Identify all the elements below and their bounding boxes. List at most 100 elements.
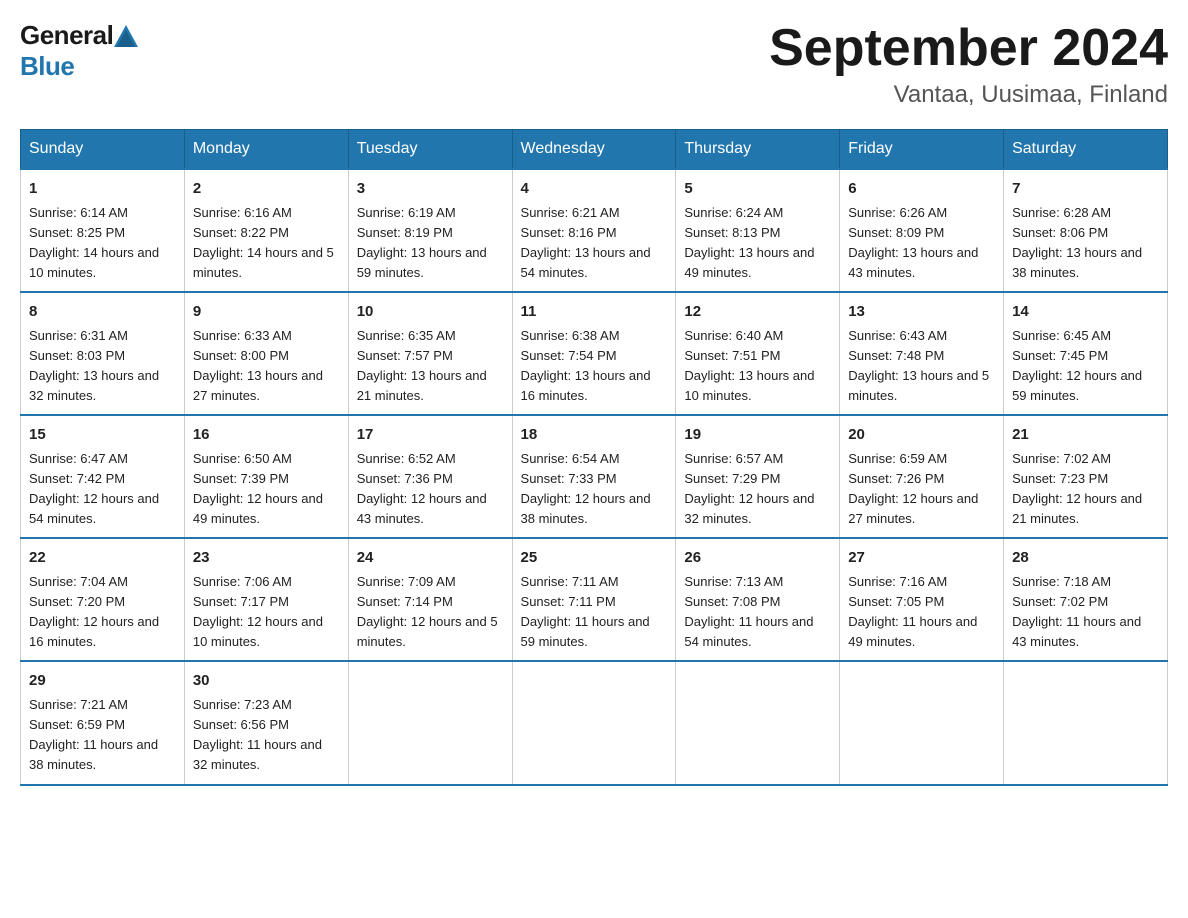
calendar-week-row: 1Sunrise: 6:14 AMSunset: 8:25 PMDaylight…: [21, 169, 1168, 292]
calendar-cell: 28Sunrise: 7:18 AMSunset: 7:02 PMDayligh…: [1004, 538, 1168, 661]
day-number: 18: [521, 424, 668, 447]
day-info: Sunrise: 7:11 AMSunset: 7:11 PMDaylight:…: [521, 572, 668, 653]
calendar-cell: 1Sunrise: 6:14 AMSunset: 8:25 PMDaylight…: [21, 169, 185, 292]
calendar-week-row: 8Sunrise: 6:31 AMSunset: 8:03 PMDaylight…: [21, 292, 1168, 415]
calendar-week-row: 22Sunrise: 7:04 AMSunset: 7:20 PMDayligh…: [21, 538, 1168, 661]
day-number: 20: [848, 424, 995, 447]
calendar-cell: 21Sunrise: 7:02 AMSunset: 7:23 PMDayligh…: [1004, 415, 1168, 538]
day-number: 24: [357, 547, 504, 570]
calendar-cell: 7Sunrise: 6:28 AMSunset: 8:06 PMDaylight…: [1004, 169, 1168, 292]
calendar-week-row: 15Sunrise: 6:47 AMSunset: 7:42 PMDayligh…: [21, 415, 1168, 538]
month-year-title: September 2024: [769, 20, 1168, 77]
calendar-cell: 11Sunrise: 6:38 AMSunset: 7:54 PMDayligh…: [512, 292, 676, 415]
day-number: 2: [193, 178, 340, 201]
title-area: September 2024 Vantaa, Uusimaa, Finland: [769, 20, 1168, 109]
day-info: Sunrise: 6:33 AMSunset: 8:00 PMDaylight:…: [193, 326, 340, 407]
calendar-header-row: SundayMondayTuesdayWednesdayThursdayFrid…: [21, 130, 1168, 170]
day-number: 5: [684, 178, 831, 201]
day-info: Sunrise: 6:59 AMSunset: 7:26 PMDaylight:…: [848, 449, 995, 530]
header: General Blue September 2024 Vantaa, Uusi…: [20, 20, 1168, 109]
logo-general-text: General: [20, 20, 113, 51]
day-number: 15: [29, 424, 176, 447]
day-number: 6: [848, 178, 995, 201]
day-number: 19: [684, 424, 831, 447]
day-info: Sunrise: 6:38 AMSunset: 7:54 PMDaylight:…: [521, 326, 668, 407]
day-info: Sunrise: 6:52 AMSunset: 7:36 PMDaylight:…: [357, 449, 504, 530]
day-info: Sunrise: 7:16 AMSunset: 7:05 PMDaylight:…: [848, 572, 995, 653]
calendar-cell: 9Sunrise: 6:33 AMSunset: 8:00 PMDaylight…: [184, 292, 348, 415]
header-cell-monday: Monday: [184, 130, 348, 170]
day-number: 1: [29, 178, 176, 201]
calendar-cell: 29Sunrise: 7:21 AMSunset: 6:59 PMDayligh…: [21, 661, 185, 784]
calendar-cell: 5Sunrise: 6:24 AMSunset: 8:13 PMDaylight…: [676, 169, 840, 292]
day-number: 14: [1012, 301, 1159, 324]
calendar-cell: 18Sunrise: 6:54 AMSunset: 7:33 PMDayligh…: [512, 415, 676, 538]
day-number: 28: [1012, 547, 1159, 570]
logo: General Blue: [20, 20, 139, 82]
header-cell-saturday: Saturday: [1004, 130, 1168, 170]
calendar-cell: 12Sunrise: 6:40 AMSunset: 7:51 PMDayligh…: [676, 292, 840, 415]
day-number: 13: [848, 301, 995, 324]
day-number: 30: [193, 670, 340, 693]
calendar-cell: 22Sunrise: 7:04 AMSunset: 7:20 PMDayligh…: [21, 538, 185, 661]
day-number: 25: [521, 547, 668, 570]
calendar-cell: 27Sunrise: 7:16 AMSunset: 7:05 PMDayligh…: [840, 538, 1004, 661]
day-info: Sunrise: 6:28 AMSunset: 8:06 PMDaylight:…: [1012, 203, 1159, 284]
day-number: 16: [193, 424, 340, 447]
calendar-cell: [348, 661, 512, 784]
location-subtitle: Vantaa, Uusimaa, Finland: [769, 81, 1168, 109]
calendar-cell: 16Sunrise: 6:50 AMSunset: 7:39 PMDayligh…: [184, 415, 348, 538]
day-info: Sunrise: 6:19 AMSunset: 8:19 PMDaylight:…: [357, 203, 504, 284]
calendar-cell: 23Sunrise: 7:06 AMSunset: 7:17 PMDayligh…: [184, 538, 348, 661]
logo-blue-text: Blue: [20, 51, 74, 81]
calendar-cell: [512, 661, 676, 784]
day-info: Sunrise: 7:13 AMSunset: 7:08 PMDaylight:…: [684, 572, 831, 653]
calendar-cell: 8Sunrise: 6:31 AMSunset: 8:03 PMDaylight…: [21, 292, 185, 415]
day-info: Sunrise: 6:26 AMSunset: 8:09 PMDaylight:…: [848, 203, 995, 284]
day-info: Sunrise: 6:45 AMSunset: 7:45 PMDaylight:…: [1012, 326, 1159, 407]
calendar-cell: 2Sunrise: 6:16 AMSunset: 8:22 PMDaylight…: [184, 169, 348, 292]
day-number: 22: [29, 547, 176, 570]
day-info: Sunrise: 6:57 AMSunset: 7:29 PMDaylight:…: [684, 449, 831, 530]
day-number: 8: [29, 301, 176, 324]
calendar-cell: [1004, 661, 1168, 784]
day-number: 3: [357, 178, 504, 201]
day-number: 29: [29, 670, 176, 693]
calendar-cell: 14Sunrise: 6:45 AMSunset: 7:45 PMDayligh…: [1004, 292, 1168, 415]
calendar-cell: 24Sunrise: 7:09 AMSunset: 7:14 PMDayligh…: [348, 538, 512, 661]
day-info: Sunrise: 7:04 AMSunset: 7:20 PMDaylight:…: [29, 572, 176, 653]
day-info: Sunrise: 6:54 AMSunset: 7:33 PMDaylight:…: [521, 449, 668, 530]
calendar-cell: 17Sunrise: 6:52 AMSunset: 7:36 PMDayligh…: [348, 415, 512, 538]
day-number: 17: [357, 424, 504, 447]
day-info: Sunrise: 6:40 AMSunset: 7:51 PMDaylight:…: [684, 326, 831, 407]
day-info: Sunrise: 7:18 AMSunset: 7:02 PMDaylight:…: [1012, 572, 1159, 653]
calendar-table: SundayMondayTuesdayWednesdayThursdayFrid…: [20, 129, 1168, 785]
header-cell-thursday: Thursday: [676, 130, 840, 170]
day-number: 4: [521, 178, 668, 201]
calendar-cell: [840, 661, 1004, 784]
calendar-cell: 15Sunrise: 6:47 AMSunset: 7:42 PMDayligh…: [21, 415, 185, 538]
day-info: Sunrise: 6:21 AMSunset: 8:16 PMDaylight:…: [521, 203, 668, 284]
calendar-cell: [676, 661, 840, 784]
day-info: Sunrise: 6:14 AMSunset: 8:25 PMDaylight:…: [29, 203, 176, 284]
logo-icon: [114, 25, 138, 47]
day-info: Sunrise: 6:35 AMSunset: 7:57 PMDaylight:…: [357, 326, 504, 407]
day-info: Sunrise: 6:24 AMSunset: 8:13 PMDaylight:…: [684, 203, 831, 284]
day-number: 23: [193, 547, 340, 570]
calendar-cell: 20Sunrise: 6:59 AMSunset: 7:26 PMDayligh…: [840, 415, 1004, 538]
day-info: Sunrise: 7:09 AMSunset: 7:14 PMDaylight:…: [357, 572, 504, 653]
calendar-cell: 26Sunrise: 7:13 AMSunset: 7:08 PMDayligh…: [676, 538, 840, 661]
header-cell-sunday: Sunday: [21, 130, 185, 170]
calendar-cell: 19Sunrise: 6:57 AMSunset: 7:29 PMDayligh…: [676, 415, 840, 538]
day-number: 26: [684, 547, 831, 570]
calendar-cell: 25Sunrise: 7:11 AMSunset: 7:11 PMDayligh…: [512, 538, 676, 661]
header-cell-friday: Friday: [840, 130, 1004, 170]
calendar-cell: 13Sunrise: 6:43 AMSunset: 7:48 PMDayligh…: [840, 292, 1004, 415]
day-number: 21: [1012, 424, 1159, 447]
header-cell-tuesday: Tuesday: [348, 130, 512, 170]
day-number: 7: [1012, 178, 1159, 201]
day-info: Sunrise: 7:21 AMSunset: 6:59 PMDaylight:…: [29, 695, 176, 776]
day-info: Sunrise: 6:50 AMSunset: 7:39 PMDaylight:…: [193, 449, 340, 530]
day-info: Sunrise: 6:16 AMSunset: 8:22 PMDaylight:…: [193, 203, 340, 284]
day-info: Sunrise: 6:43 AMSunset: 7:48 PMDaylight:…: [848, 326, 995, 407]
